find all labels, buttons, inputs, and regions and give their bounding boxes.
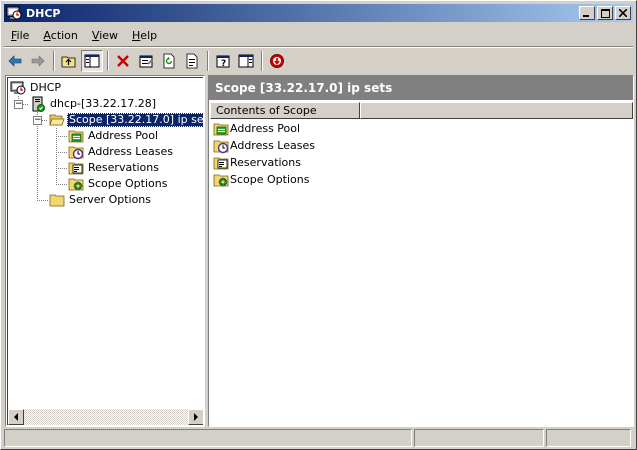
properties-icon	[139, 55, 153, 68]
address-pool-icon	[68, 130, 84, 143]
show-hide-action-pane-button[interactable]	[235, 50, 257, 72]
minimize-icon	[583, 15, 589, 17]
server-icon	[32, 96, 45, 112]
tree-item-label: Address Pool	[88, 129, 159, 142]
open-folder-icon	[49, 114, 65, 126]
list-item-label: Address Leases	[230, 139, 315, 152]
folder-icon	[49, 194, 65, 207]
properties-button[interactable]	[135, 50, 157, 72]
tree-item-label: Reservations	[88, 161, 159, 174]
tree-item-label: dhcp-[33.22.17.28]	[50, 97, 157, 110]
toolbar: ?	[4, 49, 289, 73]
status-cell-tertiary	[546, 429, 631, 447]
console-tree-pane: DHCP − dhcp-[33.22.17.28] − Scope [33.22…	[5, 75, 205, 427]
tree-horizontal-scrollbar[interactable]	[8, 409, 203, 425]
console-tree: DHCP − dhcp-[33.22.17.28] − Scope [33.22…	[8, 78, 203, 409]
maximize-button[interactable]	[597, 6, 613, 20]
show-hide-tree-icon	[84, 54, 100, 68]
tree-item-reservations[interactable]: Reservations	[68, 160, 161, 176]
deactivate-icon	[270, 54, 284, 68]
list-item-scope-options[interactable]: Scope Options	[213, 171, 309, 188]
tree-item-server[interactable]: dhcp-[33.22.17.28]	[30, 96, 158, 112]
up-one-level-button[interactable]	[58, 50, 80, 72]
details-pane: Scope [33.22.17.0] ip sets Contents of S…	[208, 75, 634, 427]
tree-item-dhcp[interactable]: DHCP	[10, 80, 63, 96]
show-hide-action-pane-icon	[238, 54, 254, 68]
show-hide-tree-button[interactable]	[81, 50, 103, 72]
address-leases-icon	[68, 146, 84, 160]
dhcp-app-icon	[6, 6, 22, 20]
menu-action[interactable]: Action	[36, 29, 84, 42]
list-item-label: Scope Options	[230, 173, 310, 186]
dhcp-window: DHCP File Action View Help ? DHCP − dhcp…	[0, 0, 637, 450]
list-item-address-leases[interactable]: Address Leases	[213, 137, 315, 154]
tree-item-address-leases[interactable]: Address Leases	[68, 144, 175, 160]
tree-item-label: Scope Options	[88, 177, 168, 190]
close-button[interactable]	[615, 6, 631, 20]
menu-bar: File Action View Help	[4, 25, 164, 45]
maximize-icon	[600, 8, 610, 18]
tree-item-address-pool[interactable]: Address Pool	[68, 128, 160, 144]
back-icon	[8, 55, 22, 67]
forward-icon	[31, 55, 45, 67]
back-button[interactable]	[4, 50, 26, 72]
toolbar-separator	[107, 51, 109, 71]
reservations-icon	[213, 157, 229, 169]
scroll-left-button[interactable]	[8, 409, 24, 425]
list-item-label: Reservations	[230, 156, 301, 169]
forward-button[interactable]	[27, 50, 49, 72]
server-collapse-toggle[interactable]: −	[14, 100, 23, 109]
tree-item-scope[interactable]: Scope [33.22.17.0] ip sets	[49, 112, 203, 128]
refresh-icon	[163, 53, 175, 69]
address-leases-icon	[213, 140, 229, 153]
list-item-label: Address Pool	[230, 122, 301, 135]
close-icon	[619, 9, 627, 17]
refresh-button[interactable]	[158, 50, 180, 72]
menu-file[interactable]: File	[4, 29, 36, 42]
address-pool-icon	[213, 123, 229, 135]
toolbar-separator	[53, 51, 55, 71]
status-cell-main	[4, 429, 412, 447]
up-folder-icon	[61, 56, 76, 68]
status-bar	[4, 429, 633, 447]
scroll-right-button[interactable]	[188, 409, 203, 425]
arrow-left-icon	[14, 413, 18, 421]
svg-text:?: ?	[221, 59, 226, 69]
tree-item-label: Server Options	[69, 193, 152, 206]
reservations-icon	[68, 162, 84, 175]
arrow-right-icon	[194, 413, 198, 421]
column-header-contents[interactable]: Contents of Scope	[210, 102, 360, 119]
scope-collapse-toggle[interactable]: −	[33, 116, 42, 125]
window-title: DHCP	[26, 6, 61, 20]
menu-help[interactable]: Help	[125, 29, 164, 42]
scope-options-icon	[213, 174, 229, 186]
column-header-empty[interactable]	[360, 102, 633, 119]
menu-view[interactable]: View	[85, 29, 125, 42]
title-bar[interactable]: DHCP	[4, 4, 633, 22]
toolbar-separator	[261, 51, 263, 71]
scope-options-icon	[68, 178, 84, 191]
delete-button[interactable]	[112, 50, 134, 72]
list-item-address-pool[interactable]: Address Pool	[213, 120, 300, 137]
tree-item-server-options[interactable]: Server Options	[49, 192, 153, 208]
tree-item-label: Scope [33.22.17.0] ip sets	[67, 113, 203, 127]
tree-item-scope-options[interactable]: Scope Options	[68, 176, 169, 192]
toolbar-separator	[207, 51, 209, 71]
tree-item-label: Address Leases	[88, 145, 173, 158]
dhcp-icon	[10, 81, 26, 95]
details-header: Scope [33.22.17.0] ip sets	[209, 76, 633, 100]
delete-icon	[117, 55, 129, 67]
scrollbar-track[interactable]	[24, 409, 188, 425]
export-list-icon	[186, 53, 198, 69]
export-list-button[interactable]	[181, 50, 203, 72]
status-cell-secondary	[414, 429, 544, 447]
menu-toolbar-divider	[4, 46, 633, 48]
tree-item-label: DHCP	[30, 81, 62, 94]
list-item-reservations[interactable]: Reservations	[213, 154, 301, 171]
help-icon: ?	[216, 55, 230, 69]
help-button[interactable]: ?	[212, 50, 234, 72]
minimize-button[interactable]	[579, 6, 595, 20]
deactivate-button[interactable]	[266, 50, 288, 72]
